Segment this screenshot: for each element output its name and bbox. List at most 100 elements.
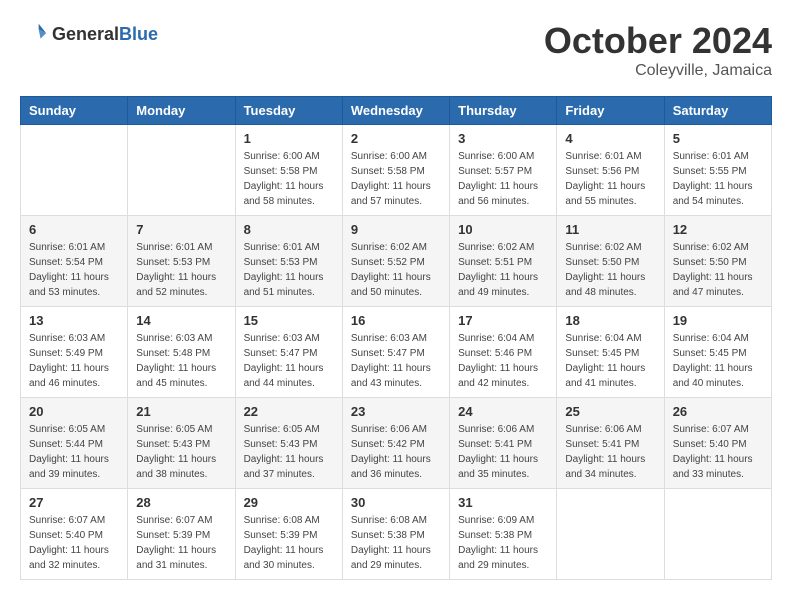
day-number: 20 <box>29 404 119 419</box>
day-info: Sunrise: 6:06 AM Sunset: 5:41 PM Dayligh… <box>565 422 655 482</box>
day-info: Sunrise: 6:05 AM Sunset: 5:43 PM Dayligh… <box>244 422 334 482</box>
page-header: GeneralBlue October 2024 Coleyville, Jam… <box>20 20 772 80</box>
calendar-cell: 31Sunrise: 6:09 AM Sunset: 5:38 PM Dayli… <box>450 489 557 580</box>
day-info: Sunrise: 6:01 AM Sunset: 5:53 PM Dayligh… <box>136 240 226 300</box>
day-number: 28 <box>136 495 226 510</box>
day-info: Sunrise: 6:07 AM Sunset: 5:40 PM Dayligh… <box>673 422 763 482</box>
calendar-cell: 28 Sunrise: 6:07 AM Sunset: 5:39 PM Dayli… <box>128 489 235 580</box>
calendar-week-row: 6 Sunrise: 6:01 AM Sunset: 5:54 PM Daylig… <box>21 216 772 307</box>
logo: GeneralBlue <box>20 20 158 48</box>
day-number: 26 <box>673 404 763 419</box>
day-info: Sunrise: 6:00 AM Sunset: 5:58 PM Dayligh… <box>244 149 334 209</box>
day-number: 9 <box>351 222 441 237</box>
day-number: 5 <box>673 131 763 146</box>
day-info: Sunrise: 6:02 AM Sunset: 5:52 PM Dayligh… <box>351 240 441 300</box>
calendar-cell: 12 Sunrise: 6:02 AM Sunset: 5:50 PM Dayli… <box>664 216 771 307</box>
calendar-week-row: 13Sunrise: 6:03 AM Sunset: 5:49 PM Dayli… <box>21 307 772 398</box>
day-number: 21 <box>136 404 226 419</box>
day-number: 6 <box>29 222 119 237</box>
day-info: Sunrise: 6:00 AM Sunset: 5:58 PM Dayligh… <box>351 149 441 209</box>
calendar-cell: 25Sunrise: 6:06 AM Sunset: 5:41 PM Dayli… <box>557 398 664 489</box>
calendar-table: SundayMondayTuesdayWednesdayThursdayFrid… <box>20 96 772 580</box>
calendar-header-saturday: Saturday <box>664 97 771 125</box>
day-number: 3 <box>458 131 548 146</box>
calendar-cell: 19Sunrise: 6:04 AM Sunset: 5:45 PM Dayli… <box>664 307 771 398</box>
calendar-header-sunday: Sunday <box>21 97 128 125</box>
calendar-cell: 14Sunrise: 6:03 AM Sunset: 5:48 PM Dayli… <box>128 307 235 398</box>
calendar-cell: 4 Sunrise: 6:01 AM Sunset: 5:56 PM Daylig… <box>557 125 664 216</box>
day-info: Sunrise: 6:00 AM Sunset: 5:57 PM Dayligh… <box>458 149 548 209</box>
day-info: Sunrise: 6:02 AM Sunset: 5:50 PM Dayligh… <box>565 240 655 300</box>
calendar-header-row: SundayMondayTuesdayWednesdayThursdayFrid… <box>21 97 772 125</box>
day-info: Sunrise: 6:04 AM Sunset: 5:45 PM Dayligh… <box>565 331 655 391</box>
day-info: Sunrise: 6:01 AM Sunset: 5:53 PM Dayligh… <box>244 240 334 300</box>
calendar-cell: 15Sunrise: 6:03 AM Sunset: 5:47 PM Dayli… <box>235 307 342 398</box>
calendar-cell: 21 Sunrise: 6:05 AM Sunset: 5:43 PM Dayli… <box>128 398 235 489</box>
calendar-week-row: 27 Sunrise: 6:07 AM Sunset: 5:40 PM Dayli… <box>21 489 772 580</box>
calendar-cell: 26 Sunrise: 6:07 AM Sunset: 5:40 PM Dayli… <box>664 398 771 489</box>
calendar-cell: 30Sunrise: 6:08 AM Sunset: 5:38 PM Dayli… <box>342 489 449 580</box>
calendar-header-friday: Friday <box>557 97 664 125</box>
day-number: 4 <box>565 131 655 146</box>
logo-text: GeneralBlue <box>52 24 158 45</box>
day-info: Sunrise: 6:04 AM Sunset: 5:46 PM Dayligh… <box>458 331 548 391</box>
day-info: Sunrise: 6:01 AM Sunset: 5:56 PM Dayligh… <box>565 149 655 209</box>
calendar-cell: 9 Sunrise: 6:02 AM Sunset: 5:52 PM Daylig… <box>342 216 449 307</box>
calendar-cell: 16Sunrise: 6:03 AM Sunset: 5:47 PM Dayli… <box>342 307 449 398</box>
day-info: Sunrise: 6:06 AM Sunset: 5:41 PM Dayligh… <box>458 422 548 482</box>
calendar-cell: 27 Sunrise: 6:07 AM Sunset: 5:40 PM Dayli… <box>21 489 128 580</box>
calendar-cell: 17 Sunrise: 6:04 AM Sunset: 5:46 PM Dayli… <box>450 307 557 398</box>
calendar-cell: 3 Sunrise: 6:00 AM Sunset: 5:57 PM Daylig… <box>450 125 557 216</box>
day-info: Sunrise: 6:05 AM Sunset: 5:43 PM Dayligh… <box>136 422 226 482</box>
calendar-cell: 8 Sunrise: 6:01 AM Sunset: 5:53 PM Daylig… <box>235 216 342 307</box>
calendar-cell: 24 Sunrise: 6:06 AM Sunset: 5:41 PM Dayli… <box>450 398 557 489</box>
day-info: Sunrise: 6:02 AM Sunset: 5:50 PM Dayligh… <box>673 240 763 300</box>
day-number: 1 <box>244 131 334 146</box>
day-number: 22 <box>244 404 334 419</box>
day-info: Sunrise: 6:01 AM Sunset: 5:55 PM Dayligh… <box>673 149 763 209</box>
day-info: Sunrise: 6:03 AM Sunset: 5:47 PM Dayligh… <box>244 331 334 391</box>
calendar-cell: 6 Sunrise: 6:01 AM Sunset: 5:54 PM Daylig… <box>21 216 128 307</box>
day-info: Sunrise: 6:06 AM Sunset: 5:42 PM Dayligh… <box>351 422 441 482</box>
day-info: Sunrise: 6:05 AM Sunset: 5:44 PM Dayligh… <box>29 422 119 482</box>
day-number: 11 <box>565 222 655 237</box>
calendar-cell: 20 Sunrise: 6:05 AM Sunset: 5:44 PM Dayli… <box>21 398 128 489</box>
calendar-cell <box>557 489 664 580</box>
calendar-header-thursday: Thursday <box>450 97 557 125</box>
day-number: 23 <box>351 404 441 419</box>
day-info: Sunrise: 6:03 AM Sunset: 5:48 PM Dayligh… <box>136 331 226 391</box>
calendar-cell: 18Sunrise: 6:04 AM Sunset: 5:45 PM Dayli… <box>557 307 664 398</box>
day-number: 8 <box>244 222 334 237</box>
day-info: Sunrise: 6:04 AM Sunset: 5:45 PM Dayligh… <box>673 331 763 391</box>
day-number: 10 <box>458 222 548 237</box>
logo-general: General <box>52 24 119 44</box>
calendar-header-tuesday: Tuesday <box>235 97 342 125</box>
calendar-header-monday: Monday <box>128 97 235 125</box>
day-info: Sunrise: 6:07 AM Sunset: 5:40 PM Dayligh… <box>29 513 119 573</box>
logo-blue: Blue <box>119 24 158 44</box>
day-info: Sunrise: 6:08 AM Sunset: 5:39 PM Dayligh… <box>244 513 334 573</box>
calendar-cell: 22 Sunrise: 6:05 AM Sunset: 5:43 PM Dayli… <box>235 398 342 489</box>
day-number: 31 <box>458 495 548 510</box>
day-info: Sunrise: 6:03 AM Sunset: 5:47 PM Dayligh… <box>351 331 441 391</box>
day-info: Sunrise: 6:03 AM Sunset: 5:49 PM Dayligh… <box>29 331 119 391</box>
day-number: 17 <box>458 313 548 328</box>
calendar-cell: 10Sunrise: 6:02 AM Sunset: 5:51 PM Dayli… <box>450 216 557 307</box>
calendar-cell: 2 Sunrise: 6:00 AM Sunset: 5:58 PM Daylig… <box>342 125 449 216</box>
day-number: 12 <box>673 222 763 237</box>
calendar-cell: 29Sunrise: 6:08 AM Sunset: 5:39 PM Dayli… <box>235 489 342 580</box>
calendar-cell: 5 Sunrise: 6:01 AM Sunset: 5:55 PM Daylig… <box>664 125 771 216</box>
calendar-week-row: 20 Sunrise: 6:05 AM Sunset: 5:44 PM Dayli… <box>21 398 772 489</box>
day-number: 30 <box>351 495 441 510</box>
calendar-cell <box>664 489 771 580</box>
day-info: Sunrise: 6:01 AM Sunset: 5:54 PM Dayligh… <box>29 240 119 300</box>
calendar-cell: 11 Sunrise: 6:02 AM Sunset: 5:50 PM Dayli… <box>557 216 664 307</box>
month-title: October 2024 <box>544 20 772 62</box>
day-number: 24 <box>458 404 548 419</box>
day-number: 27 <box>29 495 119 510</box>
calendar-cell: 13Sunrise: 6:03 AM Sunset: 5:49 PM Dayli… <box>21 307 128 398</box>
calendar-cell <box>128 125 235 216</box>
day-info: Sunrise: 6:07 AM Sunset: 5:39 PM Dayligh… <box>136 513 226 573</box>
calendar-header-wednesday: Wednesday <box>342 97 449 125</box>
day-number: 2 <box>351 131 441 146</box>
